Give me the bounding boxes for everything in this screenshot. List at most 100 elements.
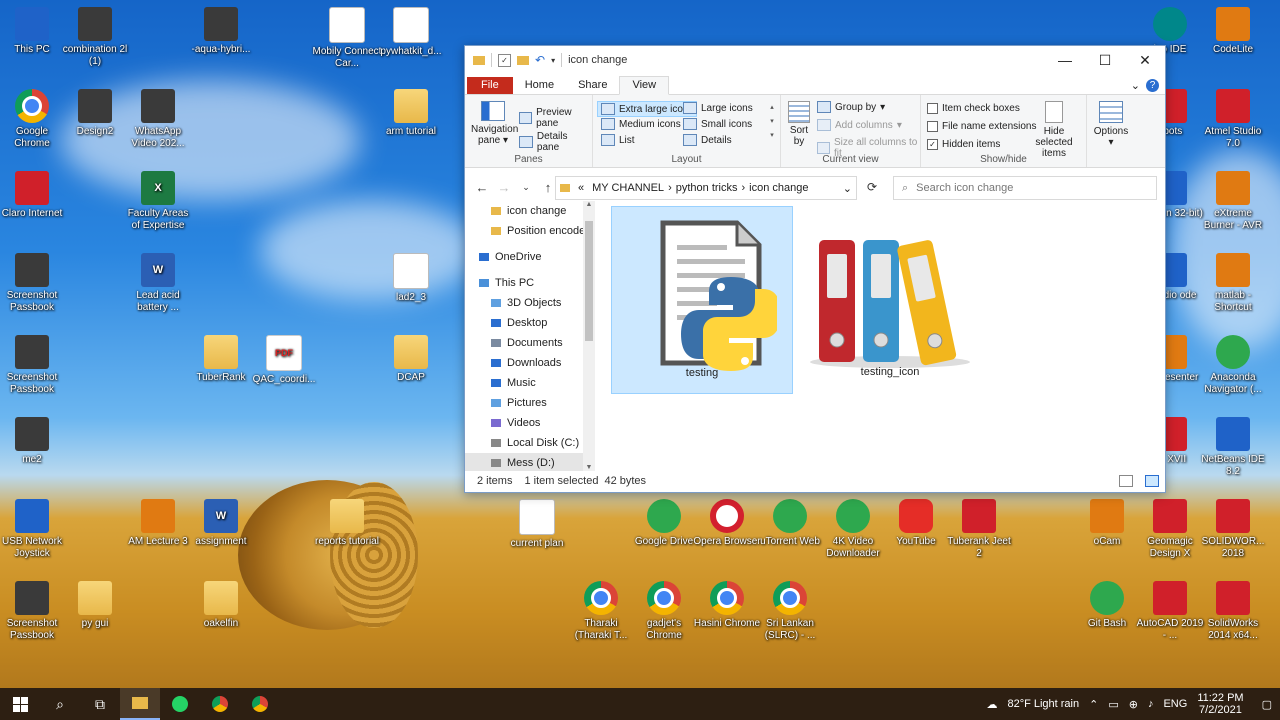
desktop-icon[interactable]: combination 2l (1): [60, 7, 130, 68]
desktop-icon[interactable]: SOLIDWOR... 2018: [1198, 499, 1268, 560]
breadcrumb-item[interactable]: icon change: [749, 182, 808, 194]
large-icons-view-icon[interactable]: [1145, 475, 1159, 487]
tab-file[interactable]: File: [467, 77, 513, 94]
search-input[interactable]: Search icon change: [916, 182, 1013, 194]
start-button[interactable]: [0, 688, 40, 720]
add-columns-button[interactable]: Add columns ▾: [817, 119, 902, 131]
desktop-icon[interactable]: current plan: [502, 499, 572, 550]
title-bar[interactable]: ✓ ↶ ▾ icon change — ☐ ✕: [465, 46, 1165, 74]
layout-scroll[interactable]: ▴ ▾ ▾: [767, 101, 777, 145]
tab-view[interactable]: View: [619, 76, 670, 95]
desktop-icon[interactable]: pywhatkit_d...: [376, 7, 446, 58]
checkbox-unchecked[interactable]: [927, 103, 938, 114]
desktop-icon[interactable]: oakelfin: [186, 581, 256, 630]
group-by-button[interactable]: Group by ▾: [817, 101, 885, 113]
weather-widget[interactable]: 82°F Light rain: [1007, 698, 1079, 710]
sidebar-item[interactable]: Position encoder: [465, 221, 595, 241]
sidebar-item[interactable]: Pictures: [465, 393, 595, 413]
close-button[interactable]: ✕: [1125, 46, 1165, 74]
recent-locations-button[interactable]: ⌄: [515, 182, 537, 193]
desktop-icon[interactable]: gadjet's Chrome: [629, 581, 699, 642]
desktop-icon[interactable]: Claro Internet: [0, 171, 67, 220]
medium-icons-option[interactable]: Medium icons: [601, 118, 681, 130]
desktop-icon[interactable]: AutoCAD 2019 - ...: [1135, 581, 1205, 642]
sidebar-item[interactable]: Music: [465, 373, 595, 393]
desktop-icon[interactable]: oCam: [1072, 499, 1142, 548]
network-icon[interactable]: ⊕: [1129, 698, 1138, 711]
clock[interactable]: 11:22 PM 7/2/2021: [1197, 692, 1243, 716]
sidebar-item[interactable]: 3D Objects: [465, 293, 595, 313]
desktop-icon[interactable]: TuberRank: [186, 335, 256, 384]
scroll-up-arrow[interactable]: ▲: [583, 201, 595, 208]
address-bar[interactable]: « MY CHANNEL › python tricks › icon change…: [555, 176, 857, 200]
preview-pane-button[interactable]: Preview pane: [519, 107, 592, 129]
details-view-icon[interactable]: [1119, 475, 1133, 487]
desktop-icon[interactable]: Geomagic Design X: [1135, 499, 1205, 560]
hide-selected-items-button[interactable]: Hide selected items: [1025, 101, 1083, 159]
desktop-icon[interactable]: X Faculty Areas of Expertise: [123, 171, 193, 232]
desktop-icon[interactable]: WhatsApp Video 202...: [123, 89, 193, 150]
hidden-items-toggle[interactable]: ✓ Hidden items: [927, 139, 1000, 150]
sidebar-item[interactable]: icon change: [465, 201, 595, 221]
chevron-down-icon[interactable]: ⌄: [1125, 77, 1146, 94]
sidebar-item[interactable]: Local Disk (C:): [465, 433, 595, 453]
desktop-icon[interactable]: Sri Lankan (SLRC) - ...: [755, 581, 825, 642]
search-box[interactable]: ⌕ Search icon change: [893, 176, 1157, 200]
desktop-icon[interactable]: me2: [0, 417, 67, 466]
desktop-icon[interactable]: matlab - Shortcut: [1198, 253, 1268, 314]
desktop-icon[interactable]: USB Network Joystick: [0, 499, 67, 560]
maximize-button[interactable]: ☐: [1085, 46, 1125, 74]
refresh-button[interactable]: ⟳: [861, 176, 883, 198]
minimize-button[interactable]: —: [1045, 46, 1085, 74]
file-name-extensions-toggle[interactable]: File name extensions: [927, 121, 1037, 132]
chevron-down-icon[interactable]: ▾: [551, 56, 555, 65]
desktop-icon[interactable]: uTorrent Web: [755, 499, 825, 548]
details-option[interactable]: Details: [683, 134, 732, 146]
task-view-button[interactable]: ⧉: [80, 688, 120, 720]
sidebar-item[interactable]: Videos: [465, 413, 595, 433]
desktop-icon[interactable]: reports tutorial: [312, 499, 382, 548]
desktop-icon[interactable]: NetBeans IDE 8.2: [1198, 417, 1268, 478]
scrollbar-thumb[interactable]: [585, 221, 593, 341]
desktop-icon[interactable]: Screenshot Passbook: [0, 335, 67, 396]
tab-home[interactable]: Home: [513, 77, 566, 94]
desktop-icon[interactable]: DCAP: [376, 335, 446, 384]
language-indicator[interactable]: ENG: [1163, 698, 1187, 710]
sort-by-button[interactable]: Sort by: [785, 101, 813, 147]
desktop-icon[interactable]: Git Bash: [1072, 581, 1142, 630]
desktop-icon[interactable]: Google Chrome: [0, 89, 67, 150]
address-overflow[interactable]: «: [578, 182, 584, 194]
item-check-boxes-toggle[interactable]: Item check boxes: [927, 103, 1020, 114]
taskbar-chrome[interactable]: [200, 688, 240, 720]
weather-icon[interactable]: ☁: [986, 698, 997, 711]
navigation-scrollbar[interactable]: ▲ ▼: [583, 201, 595, 471]
large-icons-option[interactable]: Large icons: [683, 102, 753, 114]
desktop-icon[interactable]: SolidWorks 2014 x64...: [1198, 581, 1268, 642]
desktop-icon[interactable]: Wassignment: [186, 499, 256, 548]
volume-icon[interactable]: ♪: [1148, 698, 1154, 710]
desktop-icon[interactable]: Screenshot Passbook: [0, 253, 67, 314]
desktop-icon[interactable]: W Lead acid battery ...: [123, 253, 193, 314]
taskbar-chrome-profile[interactable]: [240, 688, 280, 720]
desktop-icon[interactable]: arm tutorial: [376, 89, 446, 138]
desktop-icon[interactable]: eXtreme Burner - AVR: [1198, 171, 1268, 232]
desktop-icon[interactable]: Tuberank Jeet 2: [944, 499, 1014, 560]
checkbox-checked[interactable]: ✓: [927, 139, 938, 150]
small-icons-option[interactable]: Small icons: [683, 118, 752, 130]
desktop-icon[interactable]: CodeLite: [1198, 7, 1268, 56]
desktop-icon[interactable]: py gui: [60, 581, 130, 630]
desktop-icon[interactable]: Opera Browser: [692, 499, 762, 548]
sidebar-item[interactable]: Downloads: [465, 353, 595, 373]
options-button[interactable]: Options ▾: [1091, 101, 1131, 148]
tab-share[interactable]: Share: [566, 77, 619, 94]
sidebar-item[interactable]: This PC: [465, 273, 595, 293]
undo-icon[interactable]: ↶: [535, 53, 545, 67]
breadcrumb-item[interactable]: python tricks: [676, 182, 738, 194]
desktop-icon[interactable]: 4K Video Downloader: [818, 499, 888, 560]
file-item-testing-icon[interactable]: testing_icon: [799, 206, 981, 394]
desktop-icon[interactable]: This PC: [0, 7, 67, 56]
file-item-testing[interactable]: testing: [611, 206, 793, 394]
battery-icon[interactable]: ▭: [1108, 698, 1118, 711]
help-icon[interactable]: ?: [1146, 79, 1165, 94]
back-button[interactable]: ←: [471, 180, 493, 195]
